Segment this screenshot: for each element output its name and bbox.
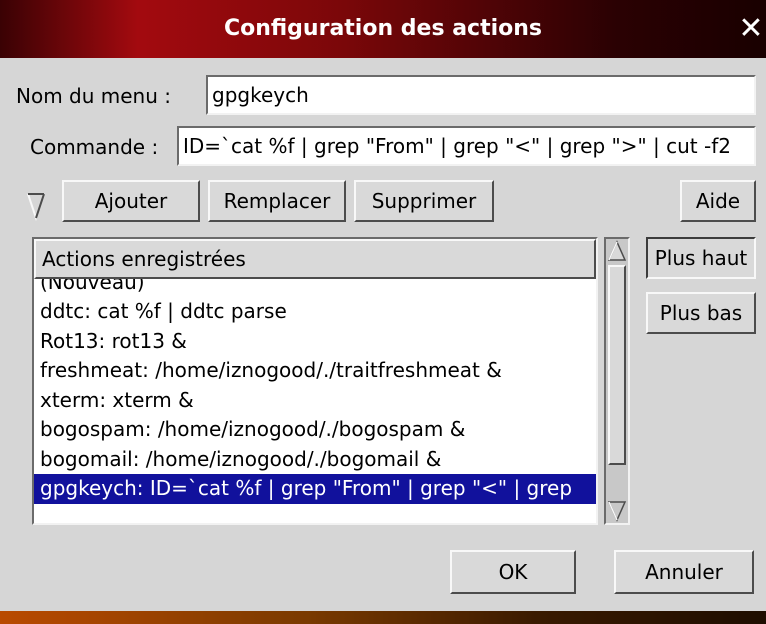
list-scrollbar[interactable] bbox=[604, 237, 630, 525]
list-body: (Nouveau) ddtc: cat %f | ddtc parse Rot13:… bbox=[34, 279, 596, 504]
move-up-button[interactable]: Plus haut bbox=[646, 237, 756, 279]
close-icon[interactable]: ✕ bbox=[736, 8, 766, 50]
cancel-button[interactable]: Annuler bbox=[614, 550, 754, 594]
list-item[interactable]: Rot13: rot13 & bbox=[34, 327, 596, 357]
menu-name-field[interactable]: gpgkeych bbox=[206, 75, 756, 115]
list-item[interactable]: bogomail: /home/iznogood/./bogomail & bbox=[34, 445, 596, 475]
list-item[interactable]: bogospam: /home/iznogood/./bogospam & bbox=[34, 415, 596, 445]
menu-name-label: Nom du menu : bbox=[16, 84, 171, 108]
list-item[interactable]: (Nouveau) bbox=[34, 279, 596, 297]
replace-button[interactable]: Remplacer bbox=[208, 180, 346, 222]
list-item[interactable]: ddtc: cat %f | ddtc parse bbox=[34, 297, 596, 327]
command-field[interactable]: ID=`cat %f | grep "From" | grep "<" | gr… bbox=[177, 126, 756, 166]
ok-button[interactable]: OK bbox=[450, 550, 576, 594]
list-item[interactable]: gpgkeych: ID=`cat %f | grep "From" | gre… bbox=[34, 474, 596, 504]
actions-list[interactable]: Actions enregistrées (Nouveau) ddtc: cat … bbox=[32, 237, 598, 525]
chevron-down-icon[interactable] bbox=[22, 186, 62, 226]
delete-button[interactable]: Supprimer bbox=[354, 180, 494, 222]
window-title: Configuration des actions bbox=[223, 16, 543, 41]
list-item[interactable]: freshmeat: /home/iznogood/./traitfreshme… bbox=[34, 356, 596, 386]
help-button[interactable]: Aide bbox=[680, 180, 756, 222]
command-label: Commande : bbox=[30, 135, 159, 159]
list-item[interactable]: xterm: xterm & bbox=[34, 386, 596, 416]
scroll-down-icon[interactable] bbox=[606, 499, 628, 523]
scroll-up-icon[interactable] bbox=[606, 239, 628, 263]
scroll-thumb[interactable] bbox=[608, 265, 626, 465]
move-down-button[interactable]: Plus bas bbox=[646, 292, 756, 334]
add-button[interactable]: Ajouter bbox=[62, 180, 200, 222]
desktop-edge bbox=[0, 611, 766, 624]
list-header[interactable]: Actions enregistrées bbox=[34, 239, 596, 279]
